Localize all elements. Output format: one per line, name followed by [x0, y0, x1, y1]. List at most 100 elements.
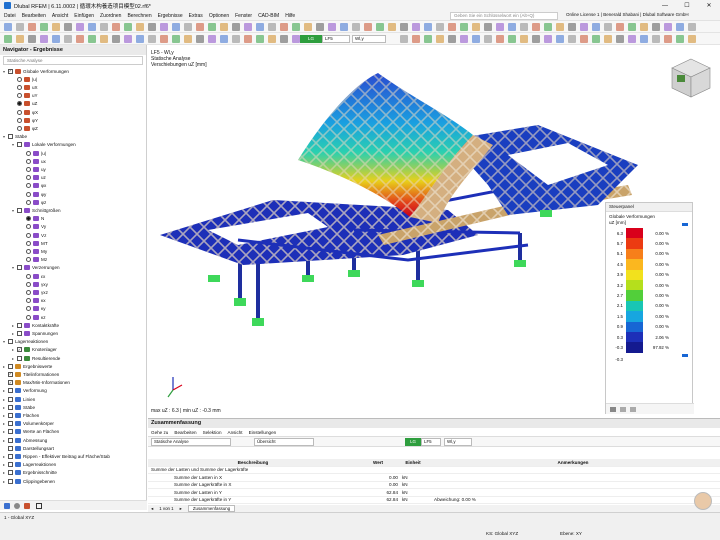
toolbar-tool-icon[interactable]: [208, 23, 216, 31]
tree-item[interactable]: ▸ Ergebnisschnitte: [3, 469, 57, 477]
checkbox[interactable]: [8, 470, 13, 476]
toolbar-tool-icon[interactable]: [184, 23, 192, 31]
radio-button[interactable]: [17, 109, 22, 115]
tree-item[interactable]: N: [21, 215, 44, 223]
radio-button[interactable]: [17, 76, 22, 82]
toolbar-tool-icon[interactable]: [676, 35, 684, 43]
tab-summary[interactable]: Zusammenfassung: [187, 505, 236, 512]
toolbar-tool-icon[interactable]: [520, 23, 528, 31]
toolbar-tool-icon[interactable]: [448, 35, 456, 43]
3d-viewport[interactable]: LF5 - Wl,y Statische Analyse Verschiebun…: [148, 45, 720, 417]
table-row[interactable]: Summe der Lasten in X 0.00 kN: [148, 474, 720, 482]
summary-menu-goto[interactable]: Gehe zu: [151, 430, 168, 435]
toolbar-tool-icon[interactable]: [4, 35, 12, 43]
toolbar-tool-icon[interactable]: [568, 23, 576, 31]
checkbox[interactable]: [8, 445, 13, 451]
close-button[interactable]: ✕: [698, 0, 720, 11]
results-tab-icon[interactable]: [24, 503, 30, 509]
table-group-row[interactable]: Summe der Lasten und Summe der Lagerkräf…: [148, 467, 720, 474]
menu-options[interactable]: Optionen: [209, 13, 229, 19]
load-case-select[interactable]: LF5: [322, 35, 350, 43]
toolbar-tool-icon[interactable]: [628, 23, 636, 31]
toolbar-tool-icon[interactable]: [688, 35, 696, 43]
tree-item[interactable]: ▸ Spannungen: [12, 329, 58, 337]
summary-menu-edit[interactable]: Bearbeiten: [174, 430, 196, 435]
settings-tab-icon[interactable]: [630, 407, 636, 412]
toolbar-tool-icon[interactable]: [652, 35, 660, 43]
checkbox[interactable]: ✓: [8, 371, 13, 377]
radio-button[interactable]: [26, 306, 31, 312]
menu-view[interactable]: Ansicht: [52, 13, 68, 19]
toolbar-tool-icon[interactable]: [100, 23, 108, 31]
toolbar-tool-icon[interactable]: [640, 23, 648, 31]
toolbar-tool-icon[interactable]: [628, 35, 636, 43]
tree-item[interactable]: φy: [21, 190, 46, 198]
checkbox[interactable]: ✓: [17, 347, 22, 353]
toolbar-tool-icon[interactable]: [616, 35, 624, 43]
radio-button[interactable]: [26, 289, 31, 295]
toolbar-tool-icon[interactable]: [148, 35, 156, 43]
toolbar-tool-icon[interactable]: [676, 23, 684, 31]
toolbar-tool-icon[interactable]: [460, 35, 468, 43]
toolbar-tool-icon[interactable]: [472, 23, 480, 31]
toolbar-tool-icon[interactable]: [28, 23, 36, 31]
tree-item[interactable]: Vy: [21, 223, 46, 231]
toolbar-tool-icon[interactable]: [268, 35, 276, 43]
toolbar-tool-icon[interactable]: [496, 35, 504, 43]
toolbar-tool-icon[interactable]: [28, 35, 36, 43]
checkbox[interactable]: [8, 404, 13, 410]
toolbar-tool-icon[interactable]: [520, 35, 528, 43]
menu-insert[interactable]: Einfügen: [74, 13, 94, 19]
tree-item[interactable]: φx: [21, 182, 46, 190]
scale-tab-icon[interactable]: [620, 407, 626, 412]
toolbar-tool-icon[interactable]: [196, 23, 204, 31]
menu-cad-bim[interactable]: CAD-BIM: [258, 13, 279, 19]
toolbar-tool-icon[interactable]: [136, 23, 144, 31]
toolbar-tool-icon[interactable]: [112, 35, 120, 43]
toolbar-tool-icon[interactable]: [76, 23, 84, 31]
radio-button[interactable]: [17, 101, 22, 107]
toolbar-tool-icon[interactable]: [64, 23, 72, 31]
checkbox[interactable]: [8, 339, 13, 345]
toolbar-tool-icon[interactable]: [388, 23, 396, 31]
tree-item[interactable]: Darstellungsart: [3, 444, 54, 452]
tree-item[interactable]: κy: [21, 305, 46, 313]
toolbar-tool-icon[interactable]: [280, 35, 288, 43]
toolbar-tool-icon[interactable]: [76, 35, 84, 43]
tree-item[interactable]: Mz: [21, 256, 47, 264]
summary-overview-select[interactable]: Übersicht: [254, 437, 314, 446]
menu-assign[interactable]: Zuordnen: [100, 13, 121, 19]
toolbar-tool-icon[interactable]: [424, 35, 432, 43]
toolbar-tool-icon[interactable]: [400, 23, 408, 31]
tree-item[interactable]: Vz: [21, 231, 46, 239]
tree-item[interactable]: uX: [12, 83, 38, 91]
legend-tab-icon[interactable]: [610, 407, 616, 412]
pager-next-icon[interactable]: ▸: [180, 506, 182, 512]
radio-button[interactable]: [17, 93, 22, 99]
tree-item[interactable]: γxy: [21, 280, 48, 288]
summary-lc-select[interactable]: LF5: [421, 437, 441, 446]
radio-button[interactable]: [26, 191, 31, 197]
toolbar-tool-icon[interactable]: [376, 23, 384, 31]
toolbar-tool-icon[interactable]: [580, 23, 588, 31]
minimize-button[interactable]: —: [654, 0, 676, 11]
summary-analysis-select[interactable]: Statische Analyse: [151, 437, 231, 446]
toolbar-tool-icon[interactable]: [244, 23, 252, 31]
checkbox[interactable]: [8, 478, 13, 484]
tree-item[interactable]: ▾ ✓ Globale Verformungen: [3, 67, 69, 75]
tree-item[interactable]: κx: [21, 297, 46, 305]
view-tab-icon[interactable]: [14, 503, 20, 509]
toolbar-tool-icon[interactable]: [160, 23, 168, 31]
radio-button[interactable]: [26, 199, 31, 205]
radio-button[interactable]: [26, 314, 31, 320]
table-row[interactable]: Summe der Lasten in Y 62.84 kN: [148, 489, 720, 497]
checkbox[interactable]: [17, 265, 22, 271]
toolbar-tool-icon[interactable]: [328, 23, 336, 31]
toolbar-tool-icon[interactable]: [364, 23, 372, 31]
radio-button[interactable]: [26, 232, 31, 238]
radio-button[interactable]: [26, 224, 31, 230]
table-row[interactable]: Summe der Lagerkräfte in X 0.00 kN: [148, 482, 720, 489]
toolbar-tool-icon[interactable]: [472, 35, 480, 43]
tree-item[interactable]: |u|: [12, 75, 37, 83]
toolbar-tool-icon[interactable]: [544, 23, 552, 31]
